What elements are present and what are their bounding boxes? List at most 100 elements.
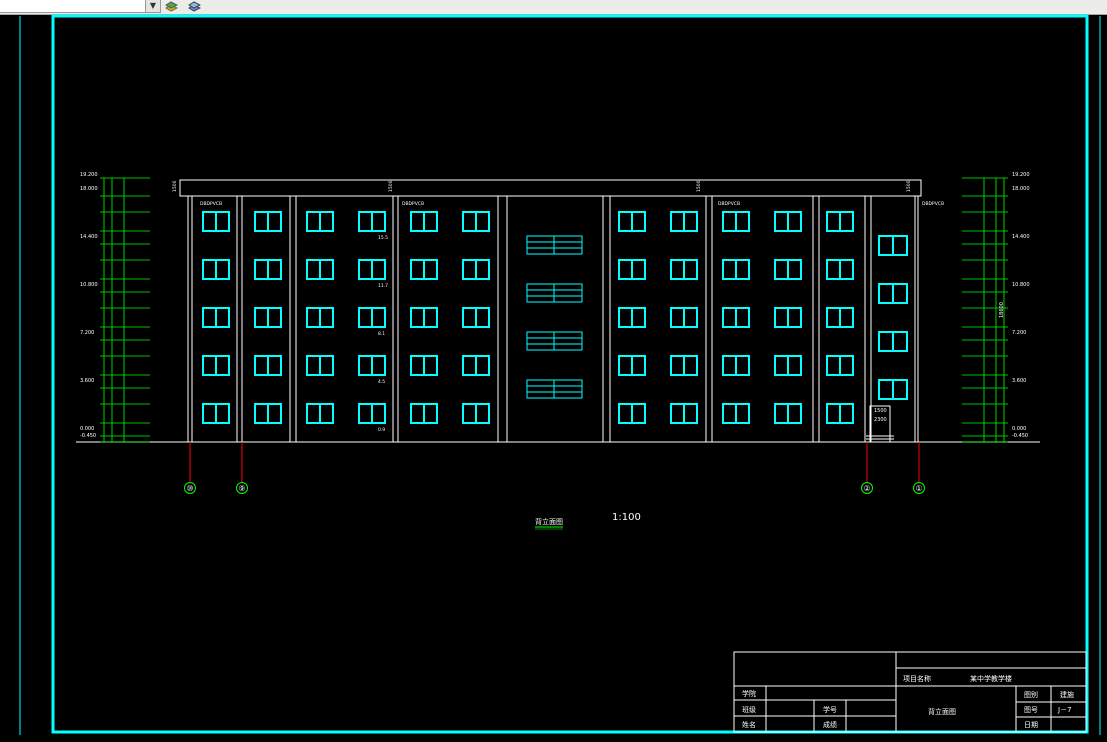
right-elev-2: 14.400 xyxy=(1012,234,1030,240)
axis-label-10: ⑩ xyxy=(186,484,193,493)
callout-1: DBDPVCB xyxy=(200,201,222,207)
vertical-total: 18600 xyxy=(999,302,1005,318)
command-line[interactable] xyxy=(0,734,70,742)
chevron-down-icon[interactable]: ▼ xyxy=(145,0,160,12)
window xyxy=(254,307,282,328)
layers-icon[interactable] xyxy=(165,0,178,12)
window xyxy=(618,403,646,424)
layer-states-icon[interactable] xyxy=(188,0,201,12)
window xyxy=(254,211,282,232)
window xyxy=(826,259,854,280)
window xyxy=(722,403,750,424)
right-elev-0: 19.200 xyxy=(1012,172,1030,178)
right-elev-1: 18.000 xyxy=(1012,186,1030,192)
window xyxy=(254,403,282,424)
parapet-dim-3: 1500 xyxy=(696,180,702,192)
axis-markers: ⑩ ⑨ ② ① xyxy=(184,442,925,494)
drawing-frame xyxy=(19,14,1101,735)
window xyxy=(670,403,698,424)
axis-label-1: ① xyxy=(915,484,922,493)
window xyxy=(878,235,908,256)
drawing-name: 背立面图 xyxy=(928,707,956,716)
window xyxy=(618,355,646,376)
right-elev-7: -0.450 xyxy=(1012,433,1028,439)
window xyxy=(410,307,438,328)
window xyxy=(774,307,802,328)
window xyxy=(722,355,750,376)
drawing-canvas[interactable]: 1500 2300 DBDPVCB DBDPVCB DBDPVCB DBDPVC… xyxy=(0,14,1107,742)
left-elev-1: 18.000 xyxy=(80,186,98,192)
drawing-no-label: 图号 xyxy=(1024,706,1038,714)
window-callouts: DBDPVCB DBDPVCB DBDPVCB DBDPVCB xyxy=(200,201,944,207)
right-elev-5: 3.600 xyxy=(1012,378,1026,384)
window xyxy=(358,355,386,376)
window xyxy=(618,259,646,280)
window xyxy=(462,307,490,328)
window xyxy=(254,259,282,280)
window xyxy=(358,307,386,328)
axis-label-2: ② xyxy=(863,484,870,493)
entrance-height: 2300 xyxy=(874,417,887,423)
class-label: 班级 xyxy=(742,705,756,714)
left-elev-3: 10.800 xyxy=(80,282,98,288)
right-elev-3: 10.800 xyxy=(1012,282,1030,288)
project-name-value: 某中学教学楼 xyxy=(970,674,1012,683)
left-elev-7: -0.450 xyxy=(80,433,96,439)
callout-4: DBDPVCB xyxy=(922,201,944,207)
left-elev-4: 7.200 xyxy=(80,330,94,336)
left-elev-2: 14.400 xyxy=(80,234,98,240)
window xyxy=(878,283,908,304)
layer-combo[interactable]: ▼ xyxy=(0,0,161,13)
department-label: 学院 xyxy=(742,689,756,698)
window xyxy=(410,211,438,232)
window xyxy=(878,331,908,352)
floor-marker-2: 4.5 xyxy=(378,379,385,385)
score-label: 成绩 xyxy=(823,720,837,729)
window xyxy=(670,259,698,280)
parapet-dims: 1500 1500 1500 1500 xyxy=(172,180,912,192)
window xyxy=(670,211,698,232)
window xyxy=(358,259,386,280)
left-dimension-ladder xyxy=(100,177,150,443)
window xyxy=(202,355,230,376)
window xyxy=(306,307,334,328)
window xyxy=(462,259,490,280)
left-elev-6: 0.000 xyxy=(80,426,94,432)
window xyxy=(826,403,854,424)
window xyxy=(826,307,854,328)
callout-2: DBDPVCB xyxy=(402,201,424,207)
entrance-dim: 1500 xyxy=(874,408,887,414)
window xyxy=(670,307,698,328)
stair-window xyxy=(526,331,583,351)
view-title-text: 背立面图 xyxy=(535,517,563,526)
left-elevation-labels: 19.200 18.000 14.400 10.800 7.200 3.600 … xyxy=(80,172,98,439)
scale-label: 1:100 xyxy=(612,512,641,523)
window xyxy=(774,259,802,280)
window xyxy=(202,403,230,424)
window xyxy=(722,259,750,280)
right-elev-4: 7.200 xyxy=(1012,330,1026,336)
window xyxy=(722,211,750,232)
window xyxy=(202,259,230,280)
window xyxy=(618,211,646,232)
drawing-type-label: 图别 xyxy=(1024,690,1038,699)
window xyxy=(358,403,386,424)
floor-marker-5: 15.5 xyxy=(378,235,388,241)
window-grid xyxy=(202,211,908,424)
stair-window xyxy=(526,283,583,303)
window xyxy=(618,307,646,328)
date-label: 日期 xyxy=(1024,721,1038,729)
window xyxy=(306,211,334,232)
window xyxy=(358,211,386,232)
window xyxy=(254,355,282,376)
drawing-no-value: J－7 xyxy=(1057,706,1072,714)
window xyxy=(826,355,854,376)
parapet-dim-4: 1500 xyxy=(906,180,912,192)
window xyxy=(878,379,908,400)
parapet-dim-1: 1500 xyxy=(172,180,178,192)
window xyxy=(462,355,490,376)
entrance: 1500 2300 xyxy=(866,405,894,443)
stair-windows xyxy=(526,235,583,399)
window xyxy=(722,307,750,328)
callout-3: DBDPVCB xyxy=(718,201,740,207)
